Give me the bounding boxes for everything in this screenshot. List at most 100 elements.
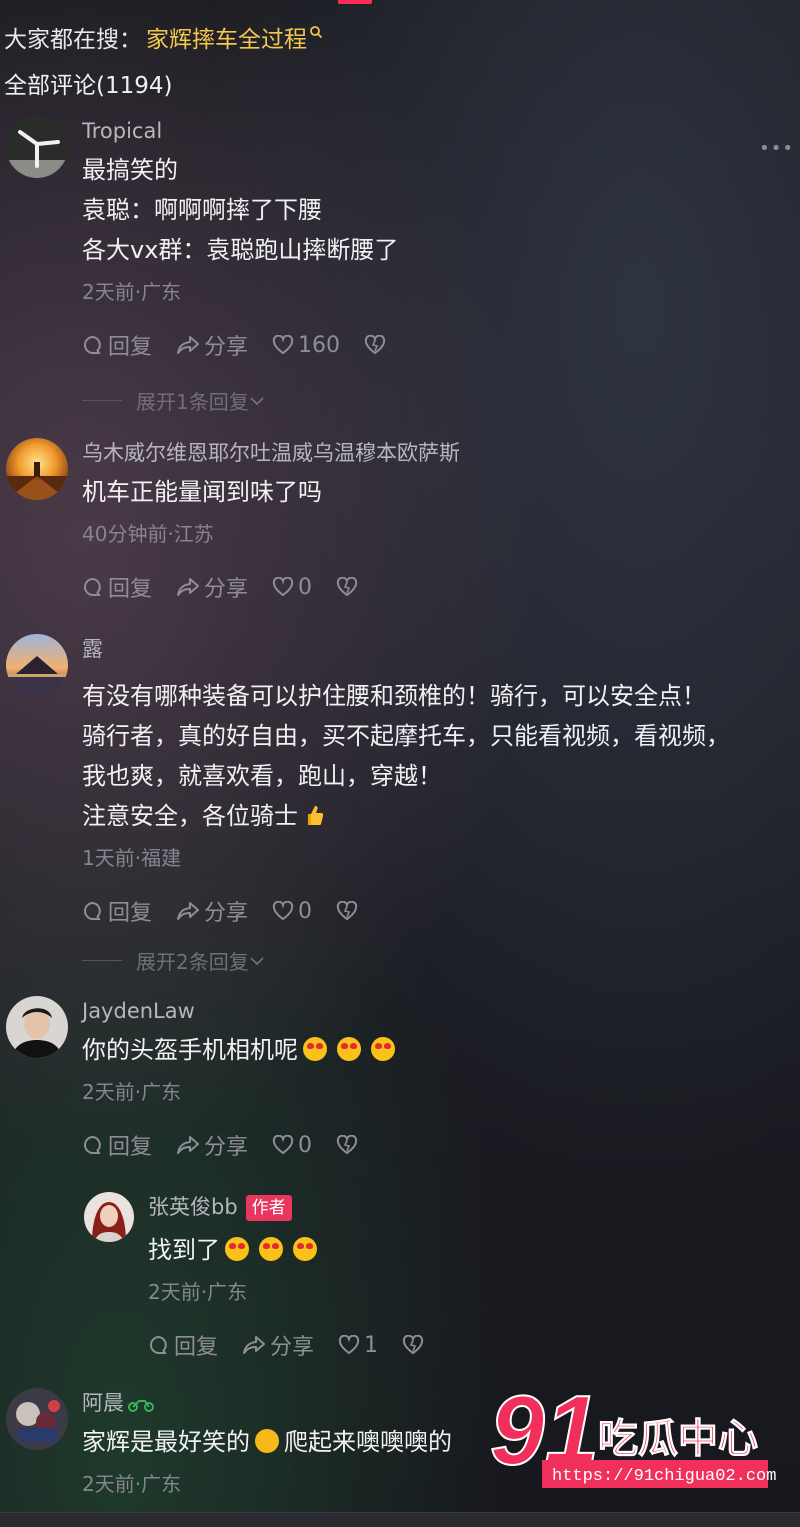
comment-bubble-icon: [84, 1135, 101, 1154]
watermark-url: https://91chigua02.com: [552, 1467, 776, 1486]
broken-heart-icon: [364, 335, 386, 355]
dislike-button[interactable]: [336, 901, 362, 921]
reply-button[interactable]: 回复: [82, 329, 152, 361]
comment-line: 最搞笑的: [82, 156, 178, 184]
broken-heart-icon: [336, 577, 358, 597]
comment-actions: 回复 分享 160: [82, 330, 414, 360]
dislike-button[interactable]: [336, 1135, 362, 1155]
expand-label: 展开2条回复: [136, 950, 249, 974]
dislike-button[interactable]: [364, 335, 390, 355]
share-button[interactable]: 分享: [176, 571, 248, 603]
like-count: 0: [298, 574, 313, 600]
comment-meta: 1天前·福建: [82, 846, 182, 870]
heart-icon: [272, 335, 294, 355]
like-button[interactable]: 0: [272, 575, 312, 600]
comment-line: 你的头盔手机相机呢: [82, 1030, 400, 1070]
divider: [82, 400, 122, 401]
broken-heart-icon: [336, 1135, 358, 1155]
expand-replies[interactable]: 展开2条回复: [82, 946, 265, 975]
motorcycle-emoji-icon: [128, 1400, 154, 1412]
comment-text: 注意安全，各位骑士: [82, 802, 298, 830]
heart-eyes-emoji-icon: [371, 1037, 395, 1061]
heart-icon: [272, 901, 294, 921]
divider: [82, 960, 122, 961]
dislike-button[interactable]: [402, 1335, 428, 1355]
search-prefix: 大家都在搜：: [4, 27, 142, 53]
laughing-emoji-icon: [255, 1429, 279, 1453]
comment-author[interactable]: JaydenLaw: [82, 996, 400, 1026]
avatar[interactable]: [6, 996, 68, 1058]
chevron-down-icon: [250, 956, 264, 965]
comment-line: 袁聪：啊啊啊摔了下腰: [82, 196, 322, 224]
avatar[interactable]: [6, 1388, 68, 1450]
comment-line: 有没有哪种装备可以护住腰和颈椎的！骑行，可以安全点！: [82, 682, 706, 710]
comment-text: 爬起来噢噢噢的: [284, 1428, 452, 1456]
search-term-link[interactable]: 家辉摔车全过程: [146, 20, 307, 54]
share-button[interactable]: 分享: [176, 329, 248, 361]
reply-label: 回复: [108, 1135, 153, 1160]
heart-eyes-emoji-icon: [225, 1237, 249, 1261]
broken-heart-icon: [336, 901, 358, 921]
comment-actions: 回复 分享 1: [148, 1330, 452, 1360]
like-button[interactable]: 0: [272, 1133, 312, 1158]
comment-text: 找到了: [148, 1236, 220, 1264]
comment-text: 家辉是最好笑的: [82, 1428, 250, 1456]
heart-eyes-emoji-icon: [259, 1237, 283, 1261]
reply-label: 回复: [108, 335, 153, 360]
reply-author[interactable]: 张英俊bb 作者: [148, 1192, 452, 1222]
share-label: 分享: [204, 335, 249, 360]
comment-author[interactable]: Tropical: [82, 116, 414, 146]
comment-author[interactable]: 露: [82, 634, 730, 664]
comment-bubble-icon: [84, 901, 101, 920]
comment-text: 你的头盔手机相机呢: [82, 1036, 298, 1064]
search-suggestion[interactable]: 大家都在搜： 家辉摔车全过程: [4, 20, 323, 54]
more-options-icon[interactable]: •••: [759, 138, 794, 159]
comment-author[interactable]: 乌木威尔维恩耶尔吐温威乌温穆本欧萨斯: [82, 438, 460, 468]
comment-line: 找到了: [148, 1230, 452, 1270]
thumbs-up-emoji-icon: [308, 806, 324, 825]
expand-replies[interactable]: 展开1条回复: [82, 386, 265, 415]
comment-bubble-icon: [84, 335, 101, 354]
comment-line: 我也爽，就喜欢看，跑山，穿越！: [82, 762, 442, 790]
heart-eyes-emoji-icon: [337, 1037, 361, 1061]
search-icon: [310, 26, 323, 39]
reply-button[interactable]: 回复: [82, 571, 152, 603]
author-name: 张英俊bb: [148, 1195, 238, 1219]
share-arrow-icon: [177, 336, 200, 354]
reply-button[interactable]: 回复: [82, 1129, 152, 1161]
comment-meta: 2天前·广东: [82, 1472, 182, 1496]
share-arrow-icon: [243, 1336, 266, 1354]
comment-actions: 回复 分享 0: [82, 572, 460, 602]
bottom-bar: [0, 1512, 800, 1527]
watermark-name: 吃瓜中心: [598, 1416, 758, 1462]
reply-button[interactable]: 回复: [82, 895, 152, 927]
heart-eyes-emoji-icon: [303, 1037, 327, 1061]
broken-heart-icon: [402, 1335, 424, 1355]
reply-button[interactable]: 回复: [148, 1329, 218, 1361]
comment-line: 机车正能量闻到味了吗: [82, 478, 322, 506]
avatar[interactable]: [6, 634, 68, 696]
share-label: 分享: [270, 1335, 315, 1360]
like-button[interactable]: 160: [272, 333, 340, 358]
share-button[interactable]: 分享: [176, 895, 248, 927]
avatar[interactable]: [6, 438, 68, 500]
comment-author[interactable]: 阿晨: [82, 1388, 452, 1418]
avatar[interactable]: [6, 116, 68, 178]
comment-actions: 回复 分享 0: [82, 1130, 400, 1160]
heart-icon: [338, 1335, 360, 1355]
comment-bubble-icon: [84, 577, 101, 596]
like-button[interactable]: 0: [272, 899, 312, 924]
dislike-button[interactable]: [336, 577, 362, 597]
avatar[interactable]: [84, 1192, 134, 1242]
share-button[interactable]: 分享: [242, 1329, 314, 1361]
like-button[interactable]: 1: [338, 1333, 378, 1358]
heart-eyes-emoji-icon: [293, 1237, 317, 1261]
author-name: 阿晨: [82, 1391, 124, 1415]
share-label: 分享: [204, 901, 249, 926]
comment-meta: 2天前·广东: [148, 1280, 248, 1304]
chevron-down-icon: [250, 396, 264, 405]
share-button[interactable]: 分享: [176, 1129, 248, 1161]
comment-meta: 40分钟前·江苏: [82, 522, 214, 546]
heart-icon: [272, 577, 294, 597]
comment-line: 各大vx群：袁聪跑山摔断腰了: [82, 236, 399, 264]
